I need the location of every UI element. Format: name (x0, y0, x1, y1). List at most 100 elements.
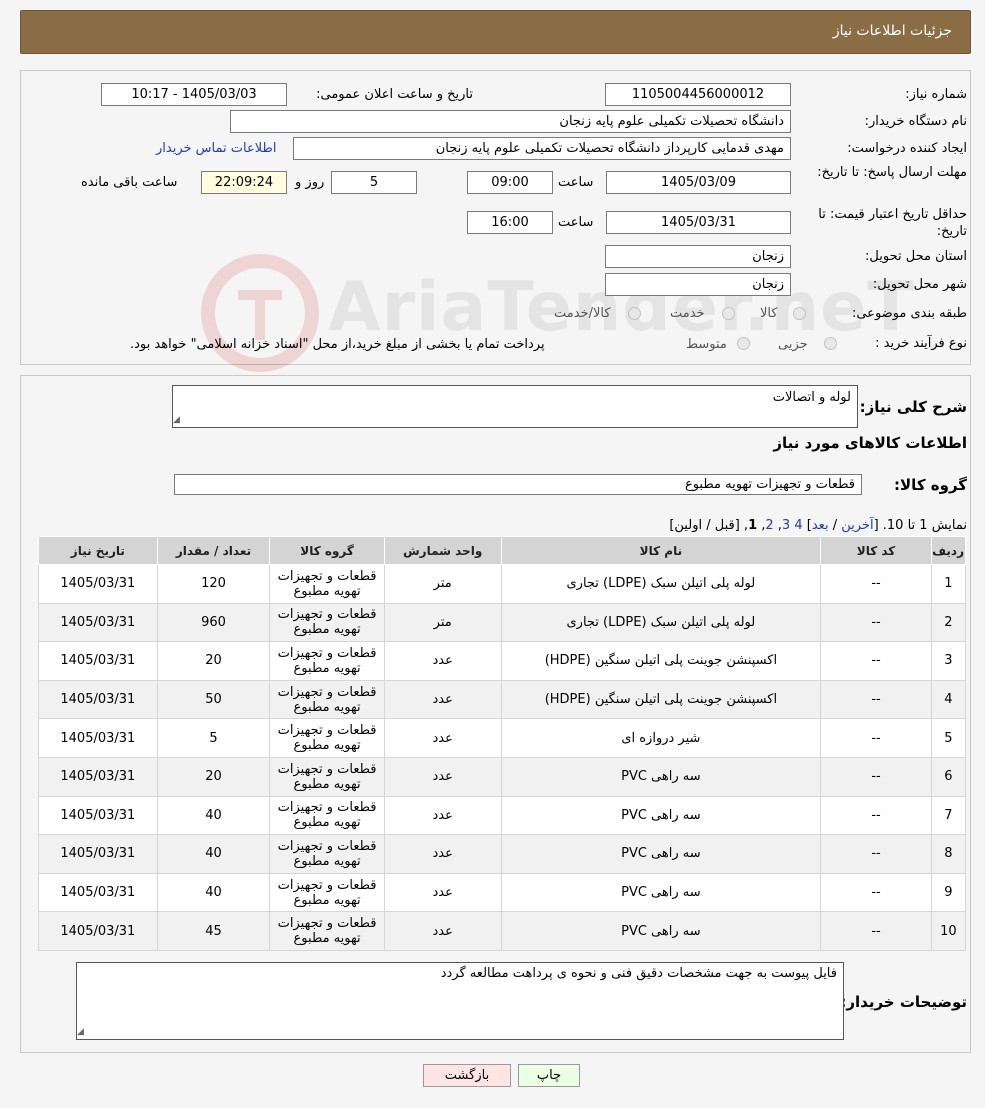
table-row: 10 -- سه راهی PVC عدد قطعات و تجهیزات تهویه … (38, 911, 967, 951)
cell-goods-name: سه راهی PVC (500, 872, 822, 913)
category-label: طبقه بندی موضوعی: (851, 306, 967, 321)
col-header-quantity: تعداد / مقدار (156, 536, 271, 565)
pager-next-link[interactable]: بعد (812, 518, 829, 533)
cell-quantity: 40 (156, 872, 271, 913)
cell-unit: عدد (383, 718, 502, 758)
contact-buyer-link[interactable]: اطلاعات تماس خریدار (156, 141, 276, 156)
process-medium-radio[interactable] (737, 337, 750, 350)
cell-goods-code: -- (820, 834, 932, 874)
summary-label: شرح کلی نیاز: (859, 398, 967, 416)
print-button[interactable]: چاپ (518, 1064, 580, 1087)
col-header-name: نام کالا (500, 536, 822, 565)
process-label: نوع فرآیند خرید : (875, 336, 967, 351)
cell-goods-group: قطعات و تجهیزات تهویه مطبوع (269, 602, 385, 643)
cell-quantity: 120 (156, 564, 271, 604)
announce-label: تاریخ و ساعت اعلان عمومی: (316, 87, 473, 102)
cell-goods-group: قطعات و تجهیزات تهویه مطبوع (269, 872, 385, 913)
validity-date-field: 1405/03/31 (606, 211, 791, 234)
cell-goods-group: قطعات و تجهیزات تهویه مطبوع (269, 641, 385, 681)
cell-unit: عدد (383, 679, 502, 720)
summary-resize-icon: ◢ (173, 415, 180, 425)
col-header-code: کد کالا (820, 536, 932, 565)
notes-resize-icon: ◢ (77, 1027, 84, 1037)
need-number-label: شماره نیاز: (905, 87, 967, 102)
cell-goods-group: قطعات و تجهیزات تهویه مطبوع (269, 834, 385, 874)
category-both-radio[interactable] (628, 307, 641, 320)
cell-row-number: 7 (930, 795, 967, 836)
cell-goods-code: -- (820, 756, 932, 797)
cell-need-date: 1405/03/31 (38, 756, 158, 797)
category-goods-radio[interactable] (793, 307, 806, 320)
col-header-unit: واحد شمارش (383, 536, 502, 565)
cell-row-number: 10 (930, 911, 967, 951)
days-label: روز و (295, 175, 325, 190)
pager-page-4[interactable]: 4 (794, 518, 802, 533)
cell-row-number: 1 (930, 564, 967, 604)
cell-quantity: 40 (156, 795, 271, 836)
col-header-group: گروه کالا (269, 536, 385, 565)
col-header-row-no: ردیف (930, 536, 967, 565)
cell-goods-name: سه راهی PVC (500, 834, 822, 874)
cell-quantity: 40 (156, 834, 271, 874)
category-service-radio[interactable] (722, 307, 735, 320)
cell-goods-group: قطعات و تجهیزات تهویه مطبوع (269, 756, 385, 797)
cell-row-number: 3 (930, 641, 967, 681)
pager-page-2[interactable]: 2 (765, 518, 773, 533)
process-note: پرداخت تمام یا بخشی از مبلغ خرید،از محل … (130, 337, 545, 352)
remaining-label: ساعت باقی مانده (81, 175, 178, 190)
creator-field: مهدی قدمایی کارپرداز دانشگاه تحصیلات تکم… (293, 137, 791, 160)
province-field: زنجان (605, 245, 791, 268)
cell-unit: عدد (383, 911, 502, 951)
col-header-date: تاریخ نیاز (38, 536, 158, 565)
table-row: 4 -- اکسپنشن جوینت پلی اتیلن سنگین (HDPE) ع… (38, 679, 967, 720)
remaining-time-field: 22:09:24 (201, 171, 287, 194)
deadline-time-field: 09:00 (467, 171, 553, 194)
cell-need-date: 1405/03/31 (38, 834, 158, 874)
pager-prefix: نمایش 1 تا 10. [ (873, 518, 967, 533)
cell-need-date: 1405/03/31 (38, 872, 158, 913)
category-both-label: کالا/خدمت (554, 306, 611, 321)
cell-goods-group: قطعات و تجهیزات تهویه مطبوع (269, 679, 385, 720)
pager-page-3[interactable]: 3 (782, 518, 790, 533)
buyer-notes-textarea[interactable]: فایل پیوست به جهت مشخصات دقیق فنی و نحوه… (76, 962, 844, 1040)
back-button[interactable]: بازگشت (423, 1064, 511, 1087)
summary-textarea[interactable]: لوله و اتصالات (172, 385, 858, 428)
creator-label: ایجاد کننده درخواست: (847, 141, 967, 156)
cell-goods-group: قطعات و تجهیزات تهویه مطبوع (269, 564, 385, 604)
province-label: استان محل تحویل: (865, 249, 967, 264)
cell-goods-name: اکسپنشن جوینت پلی اتیلن سنگین (HDPE) (500, 641, 822, 681)
table-row: 3 -- اکسپنشن جوینت پلی اتیلن سنگین (HDPE) ع… (38, 641, 967, 681)
buyer-notes-label: توضیحات خریدار: (840, 993, 967, 1011)
group-label: گروه کالا: (894, 476, 967, 494)
cell-row-number: 6 (930, 756, 967, 797)
table-header-row: ردیف کد کالا نام کالا واحد شمارش گروه کا… (38, 536, 967, 565)
cell-row-number: 2 (930, 602, 967, 643)
pager-last-link[interactable]: آخرین (841, 518, 873, 533)
days-field: 5 (331, 171, 417, 194)
cell-unit: عدد (383, 641, 502, 681)
cell-need-date: 1405/03/31 (38, 718, 158, 758)
cell-goods-name: شیر دروازه ای (500, 718, 822, 758)
cell-goods-name: لوله پلی اتیلن سبک (LDPE) تجاری (500, 564, 822, 604)
category-service-label: خدمت (670, 306, 705, 321)
cell-quantity: 20 (156, 756, 271, 797)
cell-need-date: 1405/03/31 (38, 641, 158, 681)
cell-unit: عدد (383, 756, 502, 797)
process-medium-label: متوسط (686, 337, 727, 352)
pager-suffix: [قبل / اولین] (669, 518, 740, 533)
cell-goods-code: -- (820, 564, 932, 604)
cell-goods-code: -- (820, 602, 932, 643)
deadline-date-field: 1405/03/09 (606, 171, 791, 194)
process-minor-radio[interactable] (824, 337, 837, 350)
cell-quantity: 20 (156, 641, 271, 681)
cell-goods-code: -- (820, 795, 932, 836)
table-row: 1 -- لوله پلی اتیلن سبک (LDPE) تجاری متر قطع… (38, 564, 967, 604)
cell-unit: متر (383, 564, 502, 604)
deadline-label: مهلت ارسال پاسخ: تا تاریخ: (817, 165, 967, 180)
city-label: شهر محل تحویل: (872, 277, 967, 292)
page-title: جزئیات اطلاعات نیاز (832, 23, 952, 39)
deadline-time-label: ساعت (558, 175, 594, 190)
cell-unit: متر (383, 602, 502, 643)
group-field: قطعات و تجهیزات تهویه مطبوع (174, 474, 862, 495)
cell-goods-name: سه راهی PVC (500, 795, 822, 836)
